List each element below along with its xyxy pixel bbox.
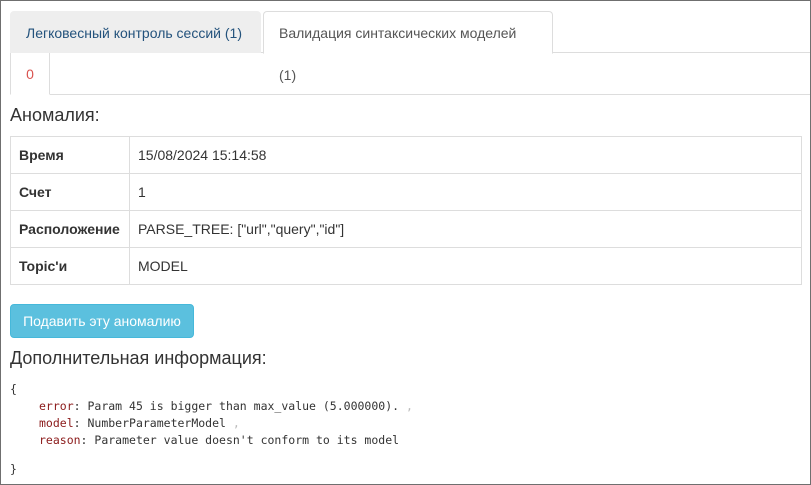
tab-session-control[interactable]: Легковесный контроль сессий (1) <box>10 11 261 53</box>
subtab-bar: 0 <box>10 53 810 95</box>
subtab-0[interactable]: 0 <box>10 53 50 95</box>
json-field-reason: reason: Parameter value doesn't conform … <box>39 433 400 447</box>
json-key: error <box>39 399 74 413</box>
additional-info-heading: Дополнительная информация: <box>10 348 267 368</box>
json-key: reason <box>39 433 81 447</box>
tab-syntax-model-validation[interactable]: Валидация синтаксических моделей (1) <box>263 11 553 83</box>
row-value-topics: MODEL <box>129 247 802 285</box>
json-field-model: model: NumberParameterModel , <box>39 416 240 430</box>
table-row: Время 15/08/2024 15:14:58 <box>10 136 802 174</box>
row-value-time: 15/08/2024 15:14:58 <box>129 136 802 174</box>
json-close-brace: } <box>10 462 17 476</box>
window-frame: Легковесный контроль сессий (1) Валидаци… <box>0 0 811 485</box>
anomaly-heading: Аномалия: <box>10 105 100 125</box>
row-key-location: Расположение <box>10 210 130 248</box>
suppress-anomaly-button[interactable]: Подавить эту аномалию <box>10 304 194 338</box>
row-key-time: Время <box>10 136 130 174</box>
row-key-topics: Topic'и <box>10 247 130 285</box>
table-row: Topic'и MODEL <box>10 247 802 285</box>
table-row: Расположение PARSE_TREE: ["url","query",… <box>10 210 802 248</box>
row-value-count: 1 <box>129 173 802 211</box>
json-value: Param 45 is bigger than max_value (5.000… <box>87 399 400 413</box>
row-key-count: Счет <box>10 173 130 211</box>
json-viewer: { error: Param 45 is bigger than max_val… <box>10 381 802 449</box>
row-value-location: PARSE_TREE: ["url","query","id"] <box>129 210 802 248</box>
json-value: Parameter value doesn't conform to its m… <box>94 433 400 447</box>
json-comma: , <box>232 416 240 430</box>
table-row: Счет 1 <box>10 173 802 211</box>
json-key: model <box>39 416 74 430</box>
json-open-brace: { <box>10 382 17 396</box>
json-comma: , <box>405 399 413 413</box>
json-field-error: error: Param 45 is bigger than max_value… <box>39 399 413 413</box>
json-value: NumberParameterModel <box>87 416 226 430</box>
anomaly-details-table: Время 15/08/2024 15:14:58 Счет 1 Располо… <box>10 136 802 285</box>
tab-bar: Легковесный контроль сессий (1) Валидаци… <box>10 11 810 83</box>
